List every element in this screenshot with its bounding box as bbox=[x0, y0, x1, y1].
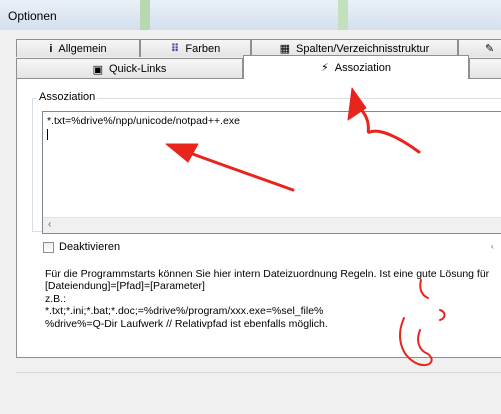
tab-farben[interactable]: ⠿ Farben bbox=[140, 39, 251, 57]
tab-label: Farben bbox=[185, 42, 221, 55]
footer-divider bbox=[16, 372, 501, 373]
help-line: %drive%=Q-Dir Laufwerk // Relativpfad is… bbox=[45, 317, 328, 330]
text-caret bbox=[47, 129, 48, 140]
tab-assoziation[interactable]: ⚡ Assoziation bbox=[243, 55, 469, 79]
help-line: Für die Programmstarts können Sie hier i… bbox=[45, 268, 490, 280]
tab-label: Allgemein bbox=[58, 42, 107, 55]
quicklinks-icon: ▣ bbox=[92, 63, 103, 76]
help-text: Für die Programmstarts können Sie hier i… bbox=[45, 268, 501, 330]
horizontal-scrollbar[interactable]: ‹ bbox=[43, 217, 501, 233]
help-line: z.B.: bbox=[45, 292, 67, 305]
dialog-footer bbox=[0, 358, 501, 414]
deaktivieren-label[interactable]: Deaktivieren bbox=[59, 241, 120, 253]
association-editor[interactable]: *.txt=%drive%/npp/unicode/notpad++.exe ‹ bbox=[42, 111, 501, 234]
info-icon: i bbox=[49, 42, 53, 55]
title-bar: Optionen bbox=[0, 0, 501, 31]
palette-icon: ⠿ bbox=[170, 43, 180, 55]
background-window-stripe bbox=[338, 0, 348, 30]
columns-icon: ▦ bbox=[279, 43, 291, 55]
tab-label: Assoziation bbox=[334, 61, 391, 74]
scroll-arrow-icon[interactable]: ‹ bbox=[491, 242, 494, 251]
group-title: Assoziation bbox=[36, 91, 99, 103]
tab-overflow[interactable] bbox=[469, 58, 501, 79]
scroll-left-icon[interactable]: ‹ bbox=[48, 219, 51, 230]
tab-quick-links[interactable]: ▣ Quick-Links bbox=[16, 58, 243, 79]
background-window-stripe bbox=[140, 0, 150, 30]
brush-icon: ✎ bbox=[485, 43, 495, 55]
tab-allgemein[interactable]: i Allgemein bbox=[16, 39, 140, 57]
editor-text: *.txt=%drive%/npp/unicode/notpad++.exe bbox=[47, 115, 240, 127]
window-title: Optionen bbox=[8, 9, 57, 23]
help-line: [Dateiendung]=[Pfad]=[Parameter] bbox=[45, 280, 205, 293]
deaktivieren-checkbox[interactable] bbox=[43, 242, 54, 253]
association-icon: ⚡ bbox=[321, 62, 329, 74]
tab-label: Quick-Links bbox=[108, 63, 167, 75]
tab-label: Spalten/Verzeichnisstruktur bbox=[296, 42, 430, 55]
help-line: *.txt;*.ini;*.bat;*.doc;=%drive%/program… bbox=[45, 305, 324, 318]
